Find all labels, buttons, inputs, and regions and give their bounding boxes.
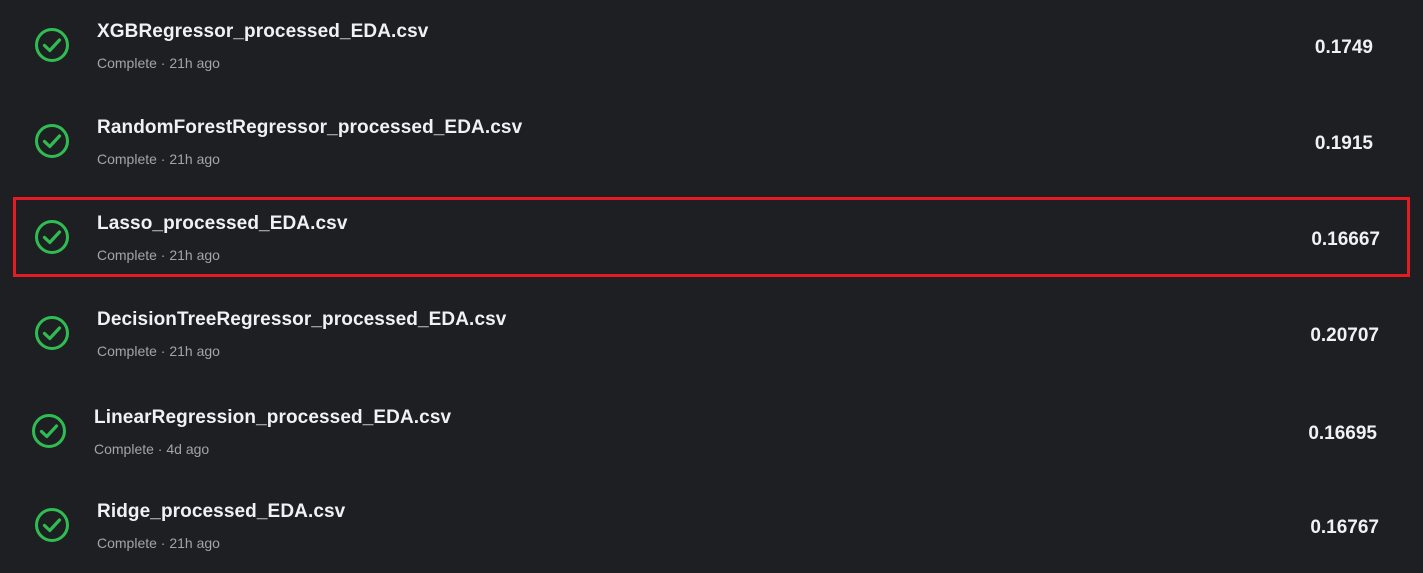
submission-filename[interactable]: XGBRegressor_processed_EDA.csv <box>97 21 428 43</box>
check-circle-icon <box>34 219 70 255</box>
check-circle-icon <box>31 413 67 449</box>
submission-status: Complete · 21h ago <box>97 343 220 359</box>
submission-row[interactable]: LinearRegression_processed_EDA.csv Compl… <box>0 384 1423 480</box>
submission-score: 0.1915 <box>1314 133 1373 154</box>
submission-filename[interactable]: DecisionTreeRegressor_processed_EDA.csv <box>97 309 506 331</box>
submission-row[interactable]: DecisionTreeRegressor_processed_EDA.csv … <box>0 288 1423 384</box>
submission-row[interactable]: Ridge_processed_EDA.csv Complete · 21h a… <box>0 480 1423 573</box>
submission-score: 0.20707 <box>1310 325 1379 346</box>
submission-score: 0.1749 <box>1314 37 1373 58</box>
submission-filename[interactable]: LinearRegression_processed_EDA.csv <box>94 407 451 429</box>
check-circle-icon <box>34 123 70 159</box>
submission-row[interactable]: RandomForestRegressor_processed_EDA.csv … <box>0 96 1423 192</box>
submission-status: Complete · 21h ago <box>97 151 220 167</box>
submission-score: 0.16667 <box>1311 229 1380 250</box>
submission-row-selected[interactable]: Lasso_processed_EDA.csv Complete · 21h a… <box>0 192 1423 288</box>
submission-status: Complete · 21h ago <box>97 247 220 263</box>
submission-filename[interactable]: RandomForestRegressor_processed_EDA.csv <box>97 117 522 139</box>
submission-filename[interactable]: Lasso_processed_EDA.csv <box>97 213 348 235</box>
submission-score: 0.16695 <box>1308 423 1377 444</box>
submission-status: Complete · 4d ago <box>94 441 210 457</box>
submission-status: Complete · 21h ago <box>97 535 220 551</box>
check-circle-icon <box>34 315 70 351</box>
submission-status: Complete · 21h ago <box>97 55 220 71</box>
submissions-list: XGBRegressor_processed_EDA.csv Complete … <box>0 0 1423 573</box>
submission-score: 0.16767 <box>1310 517 1379 538</box>
check-circle-icon <box>34 27 70 63</box>
submission-filename[interactable]: Ridge_processed_EDA.csv <box>97 501 345 523</box>
submission-row[interactable]: XGBRegressor_processed_EDA.csv Complete … <box>0 0 1423 96</box>
check-circle-icon <box>34 507 70 543</box>
